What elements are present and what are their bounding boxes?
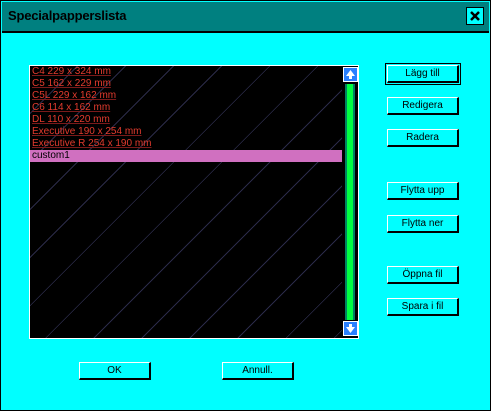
list-item[interactable]: Executive R 254 x 190 mm (30, 138, 342, 150)
list-item[interactable]: C6 114 x 162 mm (30, 102, 342, 114)
open-file-button[interactable]: Öppna fil (387, 266, 459, 284)
ok-button[interactable]: OK (79, 362, 151, 380)
list-item[interactable]: Executive 190 x 254 mm (30, 126, 342, 138)
paper-list[interactable]: C4 229 x 324 mm C5 162 x 229 mm C5L 229 x … (29, 65, 359, 339)
list-item[interactable]: C5L 229 x 162 mm (30, 90, 342, 102)
scroll-up-button[interactable] (343, 67, 358, 82)
delete-button[interactable]: Radera (387, 129, 459, 147)
scroll-up-arrow-icon (346, 70, 355, 79)
list-item[interactable]: C5 162 x 229 mm (30, 78, 342, 90)
list-item[interactable]: C4 229 x 324 mm (30, 66, 342, 78)
window-title: Specialpapperslista (8, 8, 127, 23)
cancel-button[interactable]: Annull. (222, 362, 294, 380)
list-item[interactable]: custom1 (30, 150, 342, 162)
scroll-down-button[interactable] (343, 321, 358, 336)
scroll-down-arrow-icon (346, 324, 355, 333)
close-button[interactable] (466, 7, 484, 25)
save-file-button[interactable]: Spara i fil (387, 298, 459, 316)
paper-list-items: C4 229 x 324 mm C5 162 x 229 mm C5L 229 x … (30, 66, 342, 162)
edit-button[interactable]: Redigera (387, 97, 459, 115)
list-scrollbar[interactable] (342, 66, 358, 338)
title-bar[interactable]: Specialpapperslista (2, 2, 489, 33)
move-up-button[interactable]: Flytta upp (387, 182, 459, 200)
special-paper-dialog: Specialpapperslista C4 229 x 324 mm C5 16… (0, 0, 491, 411)
scroll-track[interactable] (345, 84, 355, 320)
add-button[interactable]: Lägg till (385, 63, 461, 85)
move-down-button[interactable]: Flytta ner (387, 215, 459, 233)
list-item[interactable]: DL 110 x 220 mm (30, 114, 342, 126)
close-icon (468, 9, 482, 23)
